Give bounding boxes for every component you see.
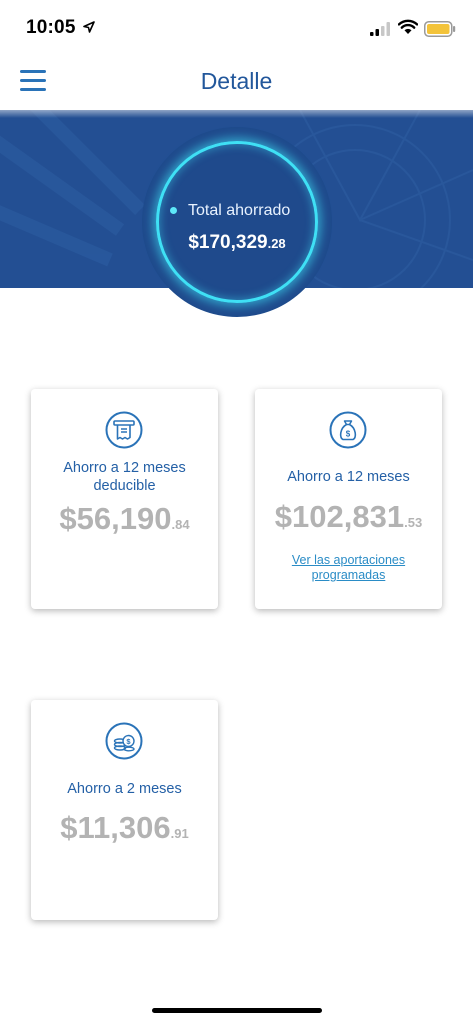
summary-amount-cents: .28 <box>267 236 286 251</box>
card-amount-cents: .91 <box>170 826 189 841</box>
battery-icon <box>424 21 456 37</box>
savings-card-2-meses[interactable]: $ Ahorro a 2 meses $11,306.91 <box>31 700 218 920</box>
summary-dot-icon <box>170 207 177 214</box>
card-amount-main: $102,831 <box>274 499 405 534</box>
card-label: Ahorro a 12 meses deducible <box>63 460 186 494</box>
status-time: 10:05 <box>26 17 76 38</box>
savings-card-12-deducible[interactable]: Ahorro a 12 meses deducible $56,190.84 <box>31 389 218 609</box>
card-label: Ahorro a 12 meses <box>287 469 410 485</box>
location-arrow-icon <box>83 21 95 33</box>
card-amount-main: $11,306 <box>60 810 171 845</box>
summary-amount: $170,329.28 <box>0 232 473 254</box>
card-amount-main: $56,190 <box>59 501 172 536</box>
home-indicator[interactable] <box>152 1008 322 1013</box>
card-amount-cents: .53 <box>404 515 423 530</box>
savings-card-12-meses[interactable]: $ Ahorro a 12 meses $102,831.53 Ver las … <box>255 389 442 609</box>
card-amount-cents: .84 <box>171 517 190 532</box>
view-scheduled-contributions-link[interactable]: Ver las aportaciones programadas <box>255 553 442 583</box>
banner-shadow <box>0 110 473 118</box>
coins-icon: $ <box>105 722 143 760</box>
summary-amount-main: $170,329 <box>188 232 268 253</box>
card-amount: $56,190.84 <box>31 501 218 537</box>
card-amount: $102,831.53 <box>255 499 442 535</box>
wifi-icon <box>398 19 418 34</box>
summary-label: Total ahorrado <box>188 202 291 219</box>
money-bag-icon: $ <box>329 411 367 449</box>
receipt-icon <box>105 411 143 449</box>
cellular-signal-icon <box>370 22 390 36</box>
app-header: Detalle <box>0 58 473 110</box>
status-bar: 10:05 <box>0 0 473 58</box>
svg-text:$: $ <box>346 430 351 439</box>
summary-circle-ring <box>156 141 318 303</box>
card-amount: $11,306.91 <box>31 810 218 846</box>
page-title: Detalle <box>200 68 273 94</box>
card-label: Ahorro a 2 meses <box>67 781 182 797</box>
